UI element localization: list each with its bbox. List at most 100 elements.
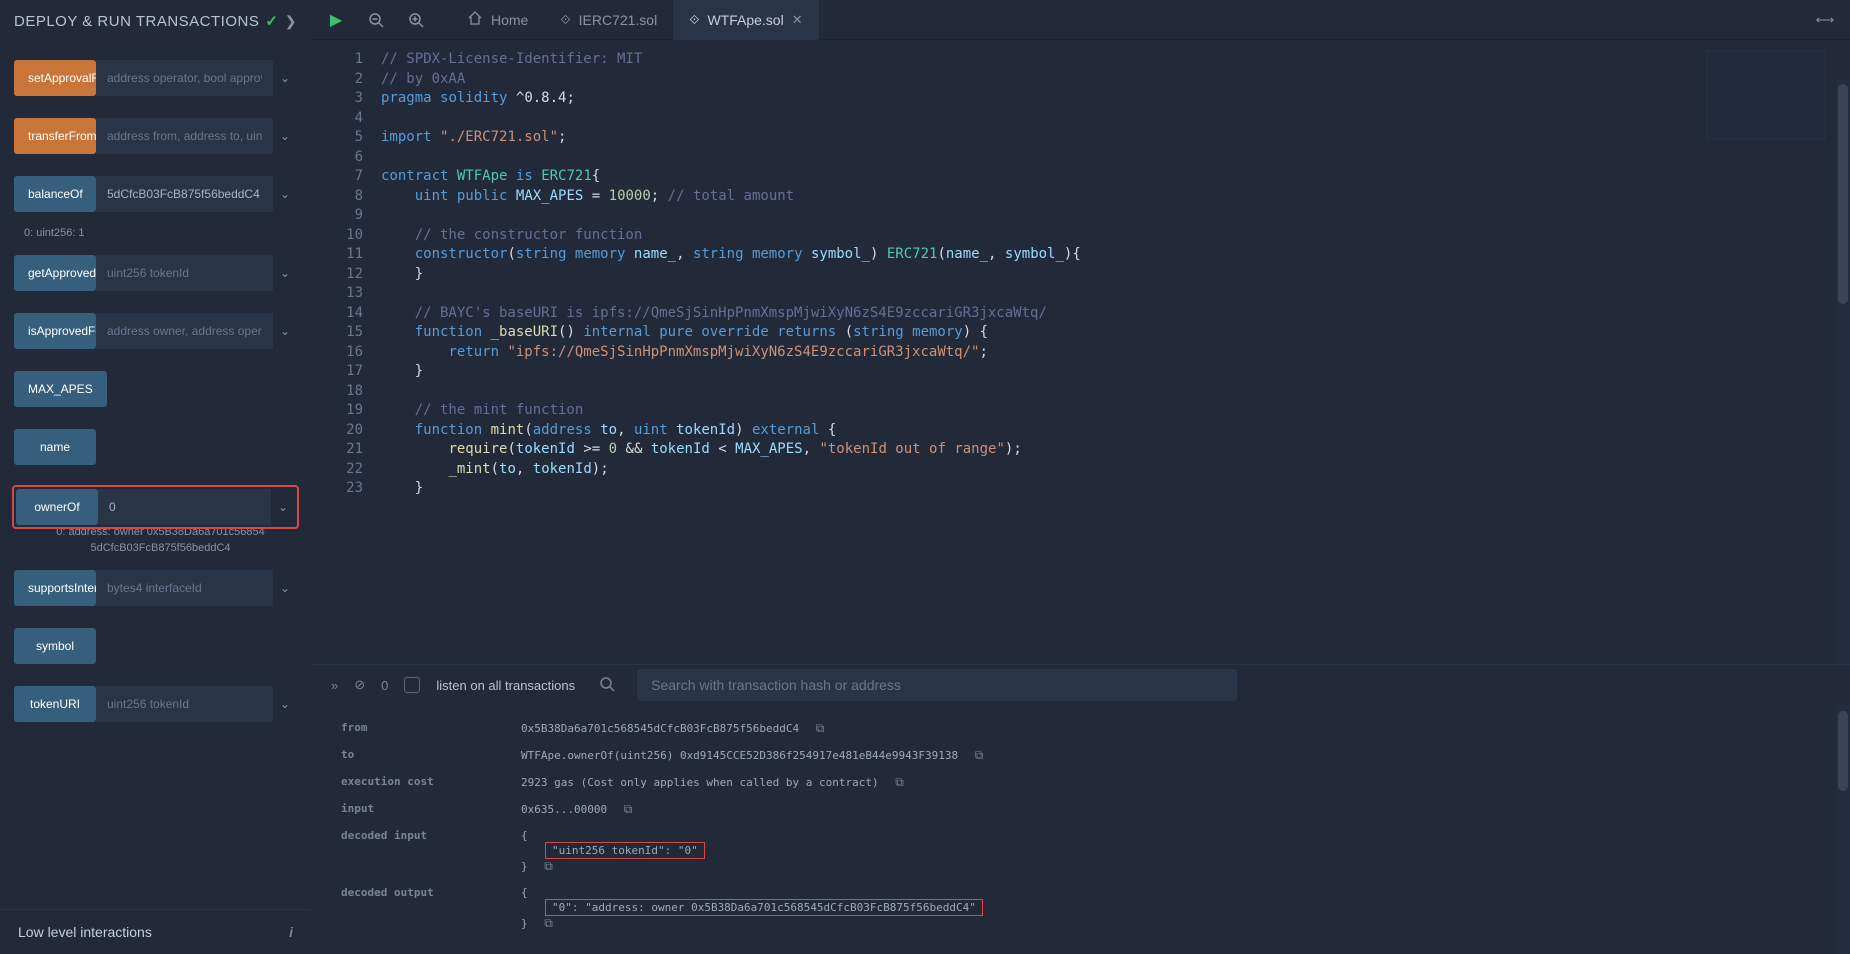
func-input-balanceOf[interactable] xyxy=(96,176,273,212)
pending-count: 0 xyxy=(381,678,388,693)
func-button-name[interactable]: name xyxy=(14,429,96,465)
func-button-supportsInterface[interactable]: supportsInter xyxy=(14,570,96,606)
term-val: {"uint256 tokenId": "0"} ⧉ xyxy=(521,829,1820,874)
copy-icon[interactable]: ⧉ xyxy=(975,748,984,762)
tab-label: IERC721.sol xyxy=(579,12,658,28)
copy-icon[interactable]: ⧉ xyxy=(895,775,904,789)
function-name: name xyxy=(14,429,297,465)
zoom-out-icon[interactable] xyxy=(365,9,387,31)
line-gutter: 1234567891011121314151617181920212223 xyxy=(311,40,381,664)
func-input-setApprovalForAll[interactable] xyxy=(96,60,273,96)
listen-label: listen on all transactions xyxy=(436,678,575,693)
function-getApproved: getApproved ⌄ xyxy=(14,255,297,291)
scrollbar-thumb[interactable] xyxy=(1838,84,1848,304)
code-area[interactable]: // SPDX-License-Identifier: MIT// by 0xA… xyxy=(381,40,1850,664)
expand-icon[interactable]: ⟷ xyxy=(1814,9,1836,31)
tab-wtfape[interactable]: ⟐ WTFApe.sol ✕ xyxy=(673,0,818,40)
deploy-sidebar: DEPLOY & RUN TRANSACTIONS ✓ ❯ setApprova… xyxy=(0,0,311,954)
func-button-isApprovedForAll[interactable]: isApprovedFor xyxy=(14,313,96,349)
func-button-transferFrom[interactable]: transferFrom xyxy=(14,118,96,154)
tab-label: WTFApe.sol xyxy=(707,12,783,28)
minimap[interactable] xyxy=(1706,50,1826,140)
zoom-in-icon[interactable] xyxy=(405,9,427,31)
function-setApprovalForAll: setApprovalFo ⌄ xyxy=(14,60,297,96)
func-input-getApproved[interactable] xyxy=(96,255,273,291)
function-supportsInterface: supportsInter ⌄ xyxy=(14,570,297,606)
func-button-MAX_APES[interactable]: MAX_APES xyxy=(14,371,107,407)
chevron-down-icon[interactable]: ⌄ xyxy=(273,176,297,212)
term-row-execution-cost: execution cost2923 gas (Cost only applie… xyxy=(341,769,1820,796)
terminal-scrollbar-thumb[interactable] xyxy=(1838,711,1848,791)
tab-home[interactable]: Home xyxy=(451,0,544,40)
main-panel: ▶ Home ⟐ IERC721.sol ⟐ WTFApe.sol ✕ ⟷ 1234567… xyxy=(311,0,1850,954)
function-isApprovedForAll: isApprovedFor ⌄ xyxy=(14,313,297,349)
solidity-icon: ⟐ xyxy=(560,12,570,28)
copy-icon[interactable]: ⧉ xyxy=(544,916,553,930)
func-button-getApproved[interactable]: getApproved xyxy=(14,255,96,291)
func-output-balanceOf: 0: uint256: 1 xyxy=(14,220,297,241)
function-MAX_APES: MAX_APES xyxy=(14,371,297,407)
home-icon xyxy=(467,10,483,29)
chevron-down-icon[interactable]: ⌄ xyxy=(273,686,297,722)
editor-scrollbar[interactable] xyxy=(1836,80,1850,664)
collapse-icon[interactable]: ❯ xyxy=(285,13,297,30)
terminal-body[interactable]: from0x5B38Da6a701c568545dCfcB03FcB875f56… xyxy=(311,705,1850,954)
code-editor[interactable]: 1234567891011121314151617181920212223 //… xyxy=(311,40,1850,664)
function-transferFrom: transferFrom ⌄ xyxy=(14,118,297,154)
term-key: from xyxy=(341,721,521,736)
collapse-terminal-icon[interactable]: » xyxy=(331,678,338,693)
function-balanceOf: balanceOf ⌄ xyxy=(14,176,297,212)
sidebar-title: DEPLOY & RUN TRANSACTIONS ✓ ❯ xyxy=(0,0,311,42)
func-input-tokenURI[interactable] xyxy=(96,686,273,722)
term-val: 0x5B38Da6a701c568545dCfcB03FcB875f56bedd… xyxy=(521,721,1820,736)
info-icon[interactable]: i xyxy=(289,924,293,940)
term-val: 0x635...00000 ⧉ xyxy=(521,802,1820,817)
topbar: ▶ Home ⟐ IERC721.sol ⟐ WTFApe.sol ✕ ⟷ xyxy=(311,0,1850,40)
search-icon[interactable] xyxy=(599,676,617,694)
func-input-supportsInterface[interactable] xyxy=(96,570,273,606)
func-input-isApprovedForAll[interactable] xyxy=(96,313,273,349)
chevron-down-icon[interactable]: ⌄ xyxy=(271,489,295,525)
chevron-down-icon[interactable]: ⌄ xyxy=(273,255,297,291)
tab-ierc721[interactable]: ⟐ IERC721.sol xyxy=(544,0,673,40)
term-row-from: from0x5B38Da6a701c568545dCfcB03FcB875f56… xyxy=(341,715,1820,742)
listen-checkbox[interactable] xyxy=(404,677,420,693)
func-output-ownerOf: 0: address: owner 0x5B38Da6a701c568545dC… xyxy=(14,525,297,556)
func-button-balanceOf[interactable]: balanceOf xyxy=(14,176,96,212)
low-level-interactions[interactable]: Low level interactions i xyxy=(0,909,311,954)
term-val: WTFApe.ownerOf(uint256) 0xd9145CCE52D386… xyxy=(521,748,1820,763)
func-button-tokenURI[interactable]: tokenURI xyxy=(14,686,96,722)
terminal-search-input[interactable] xyxy=(637,669,1237,701)
term-key: to xyxy=(341,748,521,763)
func-button-ownerOf[interactable]: ownerOf xyxy=(16,489,98,525)
copy-icon[interactable]: ⧉ xyxy=(816,721,825,735)
terminal-scrollbar[interactable] xyxy=(1836,705,1850,954)
function-tokenURI: tokenURI ⌄ xyxy=(14,686,297,722)
tab-bar: Home ⟐ IERC721.sol ⟐ WTFApe.sol ✕ xyxy=(451,0,819,40)
close-icon[interactable]: ✕ xyxy=(792,12,803,28)
term-key: decoded input xyxy=(341,829,521,874)
term-val: {"0": "address: owner 0x5B38Da6a701c5685… xyxy=(521,886,1820,931)
term-key: decoded output xyxy=(341,886,521,931)
term-row-decoded-input: decoded input{"uint256 tokenId": "0"} ⧉ xyxy=(341,823,1820,880)
term-key: execution cost xyxy=(341,775,521,790)
function-symbol: symbol xyxy=(14,628,297,664)
func-input-ownerOf[interactable] xyxy=(98,489,271,525)
func-button-setApprovalForAll[interactable]: setApprovalFo xyxy=(14,60,96,96)
check-icon: ✓ xyxy=(265,12,278,30)
sidebar-title-text: DEPLOY & RUN TRANSACTIONS xyxy=(14,13,259,30)
chevron-down-icon[interactable]: ⌄ xyxy=(273,60,297,96)
run-icon[interactable]: ▶ xyxy=(325,9,347,31)
func-button-symbol[interactable]: symbol xyxy=(14,628,96,664)
chevron-down-icon[interactable]: ⌄ xyxy=(273,570,297,606)
copy-icon[interactable]: ⧉ xyxy=(544,859,553,873)
solidity-icon: ⟐ xyxy=(689,12,699,28)
func-input-transferFrom[interactable] xyxy=(96,118,273,154)
chevron-down-icon[interactable]: ⌄ xyxy=(273,118,297,154)
terminal: » ⊘ 0 listen on all transactions from0x5… xyxy=(311,664,1850,954)
copy-icon[interactable]: ⧉ xyxy=(624,802,633,816)
chevron-down-icon[interactable]: ⌄ xyxy=(273,313,297,349)
function-ownerOf: ownerOf ⌄ xyxy=(14,487,297,527)
term-key: input xyxy=(341,802,521,817)
clear-terminal-icon[interactable]: ⊘ xyxy=(354,677,365,693)
